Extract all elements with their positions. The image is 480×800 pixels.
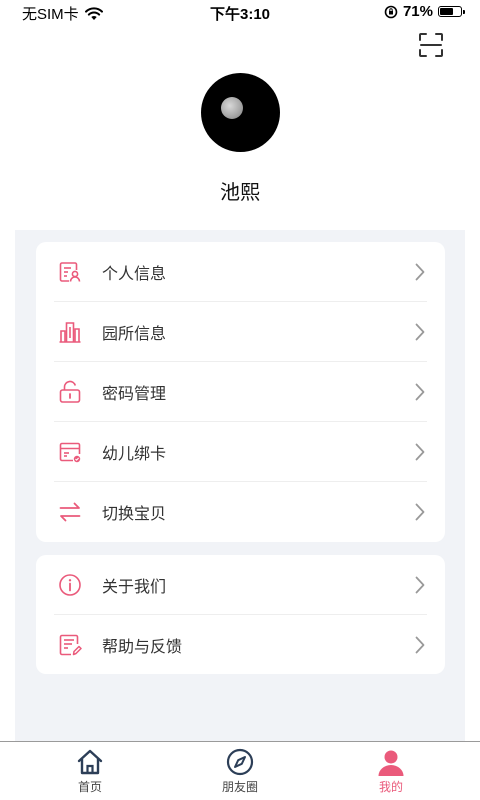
- tab-label: 朋友圈: [221, 780, 258, 794]
- tab-mine[interactable]: 我的: [351, 748, 431, 795]
- chevron-right-icon: [415, 383, 425, 401]
- tab-label: 我的: [378, 780, 403, 794]
- menu-item-password[interactable]: 密码管理: [36, 362, 445, 422]
- chevron-right-icon: [415, 636, 425, 654]
- battery-icon: [438, 6, 465, 17]
- bottom-tab-bar: 首页 朋友圈 我的: [0, 741, 480, 800]
- feedback-icon: [59, 634, 82, 656]
- menu-item-help-feedback[interactable]: 帮助与反馈: [36, 615, 445, 675]
- tab-moments[interactable]: 朋友圈: [200, 748, 280, 795]
- switch-arrows-icon: [59, 502, 81, 522]
- scan-icon[interactable]: [418, 32, 444, 58]
- id-card-icon: [59, 262, 81, 282]
- menu-card-primary: 个人信息 园所信息 密码管理 幼儿绑卡 切换宝贝: [36, 242, 445, 542]
- status-bar: 无SIM卡 下午3:10 71%: [0, 0, 480, 24]
- avatar[interactable]: [201, 73, 280, 152]
- menu-item-label: 园所信息: [102, 324, 167, 343]
- chevron-right-icon: [415, 323, 425, 341]
- lock-icon: [59, 380, 81, 403]
- info-icon: [59, 574, 81, 596]
- tab-label: 首页: [77, 780, 102, 794]
- user-icon: [378, 750, 404, 776]
- menu-item-label: 帮助与反馈: [102, 637, 183, 656]
- chevron-right-icon: [415, 263, 425, 281]
- menu-item-label: 个人信息: [102, 264, 167, 283]
- chevron-right-icon: [415, 576, 425, 594]
- chevron-right-icon: [415, 443, 425, 461]
- compass-icon: [226, 748, 254, 776]
- card-icon: [59, 442, 81, 463]
- menu-item-school-info[interactable]: 园所信息: [36, 302, 445, 362]
- chevron-right-icon: [415, 503, 425, 521]
- menu-item-switch-baby[interactable]: 切换宝贝: [36, 482, 445, 542]
- menu-item-label: 幼儿绑卡: [102, 444, 167, 463]
- menu-item-about-us[interactable]: 关于我们: [36, 555, 445, 615]
- menu-item-label: 切换宝贝: [102, 504, 167, 523]
- menu-card-secondary: 关于我们 帮助与反馈: [36, 555, 445, 674]
- battery-percent: 71%: [402, 3, 433, 20]
- menu-item-label: 关于我们: [102, 577, 167, 596]
- orientation-lock-icon: [384, 5, 398, 18]
- menu-item-label: 密码管理: [102, 384, 167, 403]
- buildings-icon: [59, 322, 81, 343]
- menu-item-bind-card[interactable]: 幼儿绑卡: [36, 422, 445, 482]
- home-icon: [77, 749, 103, 775]
- user-name: 池熙: [220, 180, 260, 204]
- tab-home[interactable]: 首页: [50, 748, 130, 795]
- menu-item-personal-info[interactable]: 个人信息: [36, 242, 445, 302]
- moon-image: [221, 97, 243, 119]
